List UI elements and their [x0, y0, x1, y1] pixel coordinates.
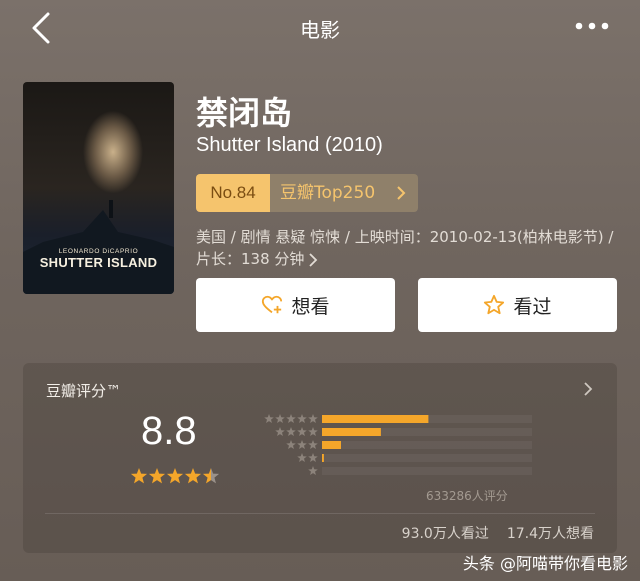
distribution-bar-3-star — [322, 441, 341, 449]
distribution-star — [308, 466, 318, 476]
distribution-star — [297, 414, 307, 424]
want-to-watch-button[interactable]: 想看 — [196, 278, 395, 332]
more-options-icon[interactable] — [574, 14, 610, 38]
rating-card-title: 豆瓣评分™ — [46, 382, 122, 400]
distribution-star — [286, 440, 296, 450]
distribution-track — [322, 441, 532, 449]
distribution-bar-5-star — [322, 415, 429, 423]
watched-button[interactable]: 看过 — [418, 278, 617, 332]
rating-star — [202, 468, 220, 484]
rating-card[interactable]: 豆瓣评分™ 8.8 633286人评分 93.0万人看过 17.4万人想看 — [23, 363, 617, 553]
poster-title: SHUTTER ISLAND — [39, 255, 158, 270]
distribution-bar-2-star — [322, 454, 324, 462]
distribution-star — [308, 440, 318, 450]
distribution-star — [297, 427, 307, 437]
rating-stars — [130, 468, 220, 484]
rating-star — [130, 468, 148, 484]
distribution-bar-4-star — [322, 428, 381, 436]
rating-distribution — [264, 414, 532, 476]
want-label: 想看 — [291, 295, 330, 318]
movie-info[interactable]: 美国 / 剧情 悬疑 惊悚 / 上映时间：2010-02-13(柏林电影节) /… — [196, 226, 616, 270]
movie-title-en: Shutter Island (2010) — [196, 134, 383, 156]
distribution-star — [275, 414, 285, 424]
chevron-right-icon[interactable] — [583, 381, 593, 397]
movie-poster[interactable]: LEONARDO DiCAPRIO SHUTTER ISLAND — [23, 82, 174, 294]
distribution-star — [297, 440, 307, 450]
distribution-star — [308, 427, 318, 437]
top-bar: 电影 — [0, 0, 640, 56]
page-title: 电影 — [300, 18, 340, 42]
chevron-right-icon — [397, 186, 406, 200]
distribution-track — [322, 467, 532, 475]
distribution-star — [297, 453, 307, 463]
distribution-track — [322, 454, 532, 462]
audience-stats: 93.0万人看过 17.4万人想看 — [384, 523, 594, 543]
distribution-star — [308, 453, 318, 463]
rank-number: No.84 — [196, 174, 270, 212]
distribution-star — [286, 414, 296, 424]
heart-plus-icon — [262, 295, 283, 314]
distribution-star — [286, 427, 296, 437]
rating-score: 8.8 — [141, 409, 197, 453]
distribution-star — [308, 414, 318, 424]
rating-count: 633286人评分 — [426, 489, 508, 503]
top250-rank-badge[interactable]: No.84 豆瓣Top250 — [196, 174, 418, 212]
rating-star — [148, 468, 166, 484]
want-count: 17.4万人想看 — [506, 526, 594, 542]
movie-info-text: 美国 / 剧情 悬疑 惊悚 / 上映时间：2010-02-13(柏林电影节) /… — [196, 228, 614, 268]
poster-credit: LEONARDO DiCAPRIO — [58, 248, 139, 255]
seen-label: 看过 — [513, 295, 552, 318]
rating-star — [166, 468, 184, 484]
watermark: 头条 @阿喵带你看电影 — [462, 554, 628, 573]
seen-count: 93.0万人看过 — [401, 526, 489, 542]
divider — [45, 513, 595, 514]
star-outline-icon — [484, 294, 505, 315]
distribution-star — [275, 427, 285, 437]
distribution-star — [264, 414, 274, 424]
movie-title-cn: 禁闭岛 — [196, 94, 293, 132]
chevron-right-icon — [309, 252, 318, 267]
rating-star — [184, 468, 202, 484]
